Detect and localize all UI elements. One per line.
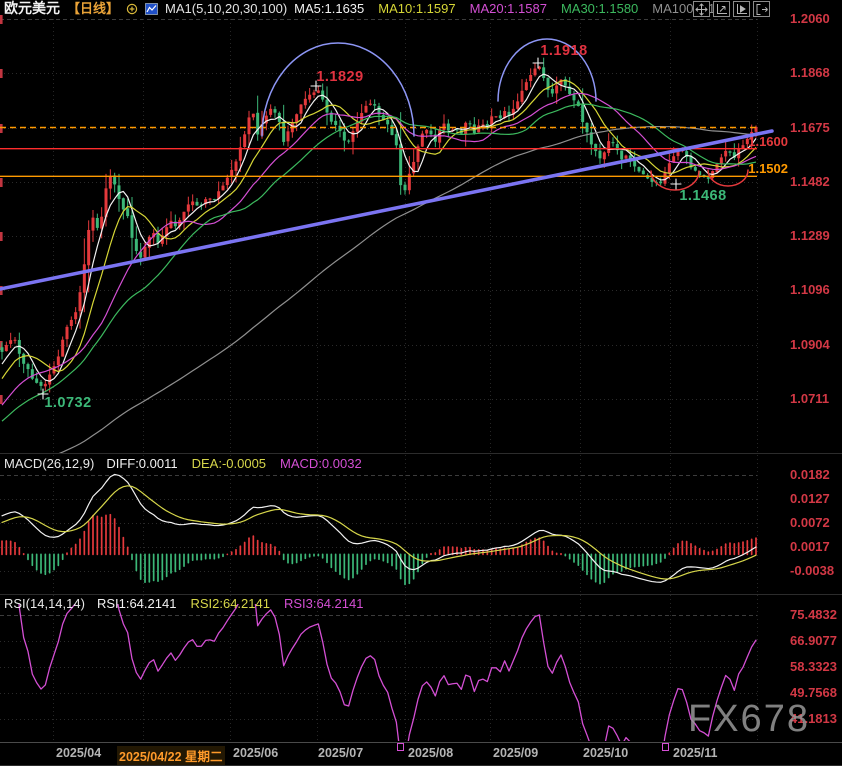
exit-icon[interactable] xyxy=(753,1,770,17)
move-icon[interactable] xyxy=(693,1,710,17)
ma-value-label: MA10:1.1597 xyxy=(378,0,455,17)
macd-value-label: DEA:-0.0005 xyxy=(192,456,266,471)
period-label: 【日线】 xyxy=(67,0,119,17)
ma-value-label: MA30:1.1580 xyxy=(561,0,638,17)
rsi-label-row: RSI(14,14,14) RSI1:64.2141RSI2:64.2141RS… xyxy=(4,596,363,611)
ma-group-label: MA1(5,10,20,30,100) xyxy=(165,0,287,17)
symbol-name: 欧元美元 xyxy=(4,0,60,17)
price-chart-canvas[interactable] xyxy=(0,0,842,766)
macd-value-label: DIFF:0.0011 xyxy=(106,456,177,471)
ma-values: MA5:1.1635 MA10:1.1597 MA20:1.1587 MA30:1.1… xyxy=(294,0,722,17)
macd-name: MACD(26,12,9) xyxy=(4,456,94,471)
rsi-name: RSI(14,14,14) xyxy=(4,596,85,611)
mini-chart-icon[interactable] xyxy=(145,3,158,15)
axis-play-icon[interactable] xyxy=(733,1,750,17)
macd-value-label: MACD:0.0032 xyxy=(280,456,362,471)
rsi-value-label: RSI2:64.2141 xyxy=(190,596,270,611)
rsi-value-label: RSI1:64.2141 xyxy=(97,596,177,611)
watermark: FX678 xyxy=(688,698,810,741)
ma-value-label: MA20:1.1587 xyxy=(470,0,547,17)
chart-toolbar xyxy=(693,1,770,17)
ma-value-label: MA5:1.1635 xyxy=(294,0,364,17)
macd-values: DIFF:0.0011 DEA:-0.0005 MACD:0.0032 xyxy=(106,456,361,471)
trading-app-window: 欧元美元 【日线】 MA1(5,10,20,30,100) MA5:1.1635… xyxy=(0,0,842,766)
rsi-value-label: RSI3:64.2141 xyxy=(284,596,364,611)
axis-zoom-icon[interactable] xyxy=(713,1,730,17)
rsi-values: RSI1:64.2141 RSI2:64.2141 RSI3:64.2141 xyxy=(97,596,364,611)
macd-label-row: MACD(26,12,9) DIFF:0.0011 DEA:-0.0005 MACD… xyxy=(4,456,362,471)
add-favorite-icon[interactable] xyxy=(126,3,138,15)
